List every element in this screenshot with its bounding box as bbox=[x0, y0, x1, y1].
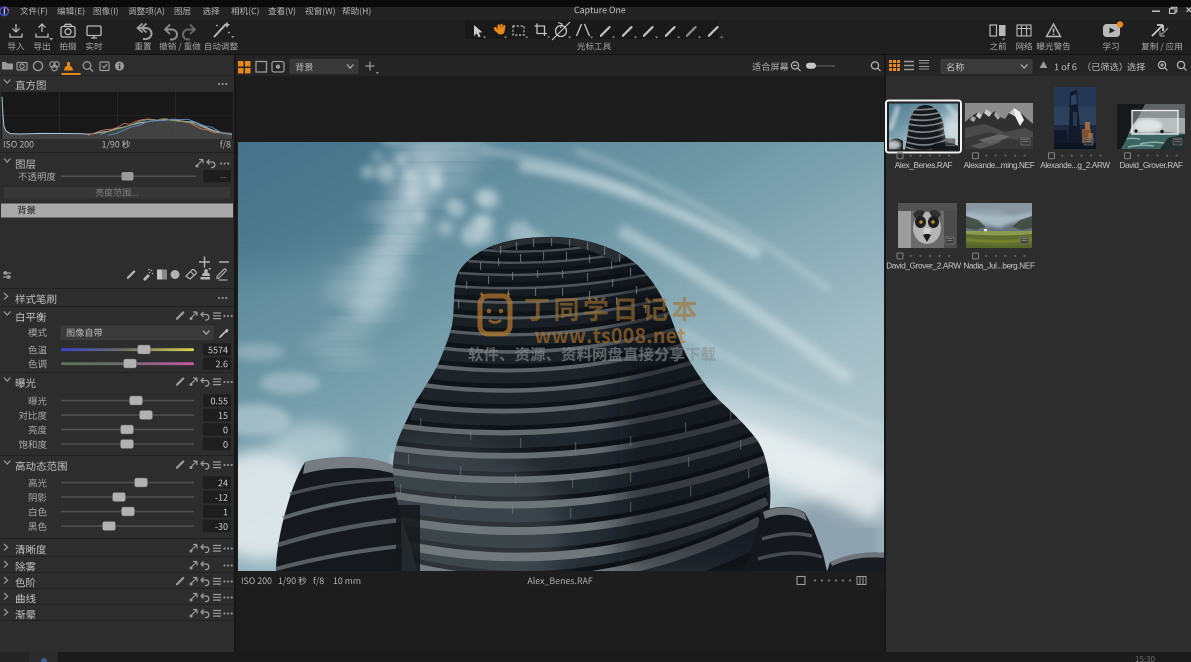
svg-text:Alexande...ming.NEF: Alexande...ming.NEF bbox=[964, 161, 1035, 170]
svg-text:David_Grover.RAF: David_Grover.RAF bbox=[1119, 161, 1182, 170]
svg-text:Alexande...g_2.ARW: Alexande...g_2.ARW bbox=[1040, 161, 1110, 170]
svg-text:Alex_Benes.RAF: Alex_Benes.RAF bbox=[895, 161, 953, 170]
svg-text:Nadia_Jul...berg.NEF: Nadia_Jul...berg.NEF bbox=[963, 262, 1035, 271]
svg-text:David_Grover_2.ARW: David_Grover_2.ARW bbox=[886, 262, 961, 271]
